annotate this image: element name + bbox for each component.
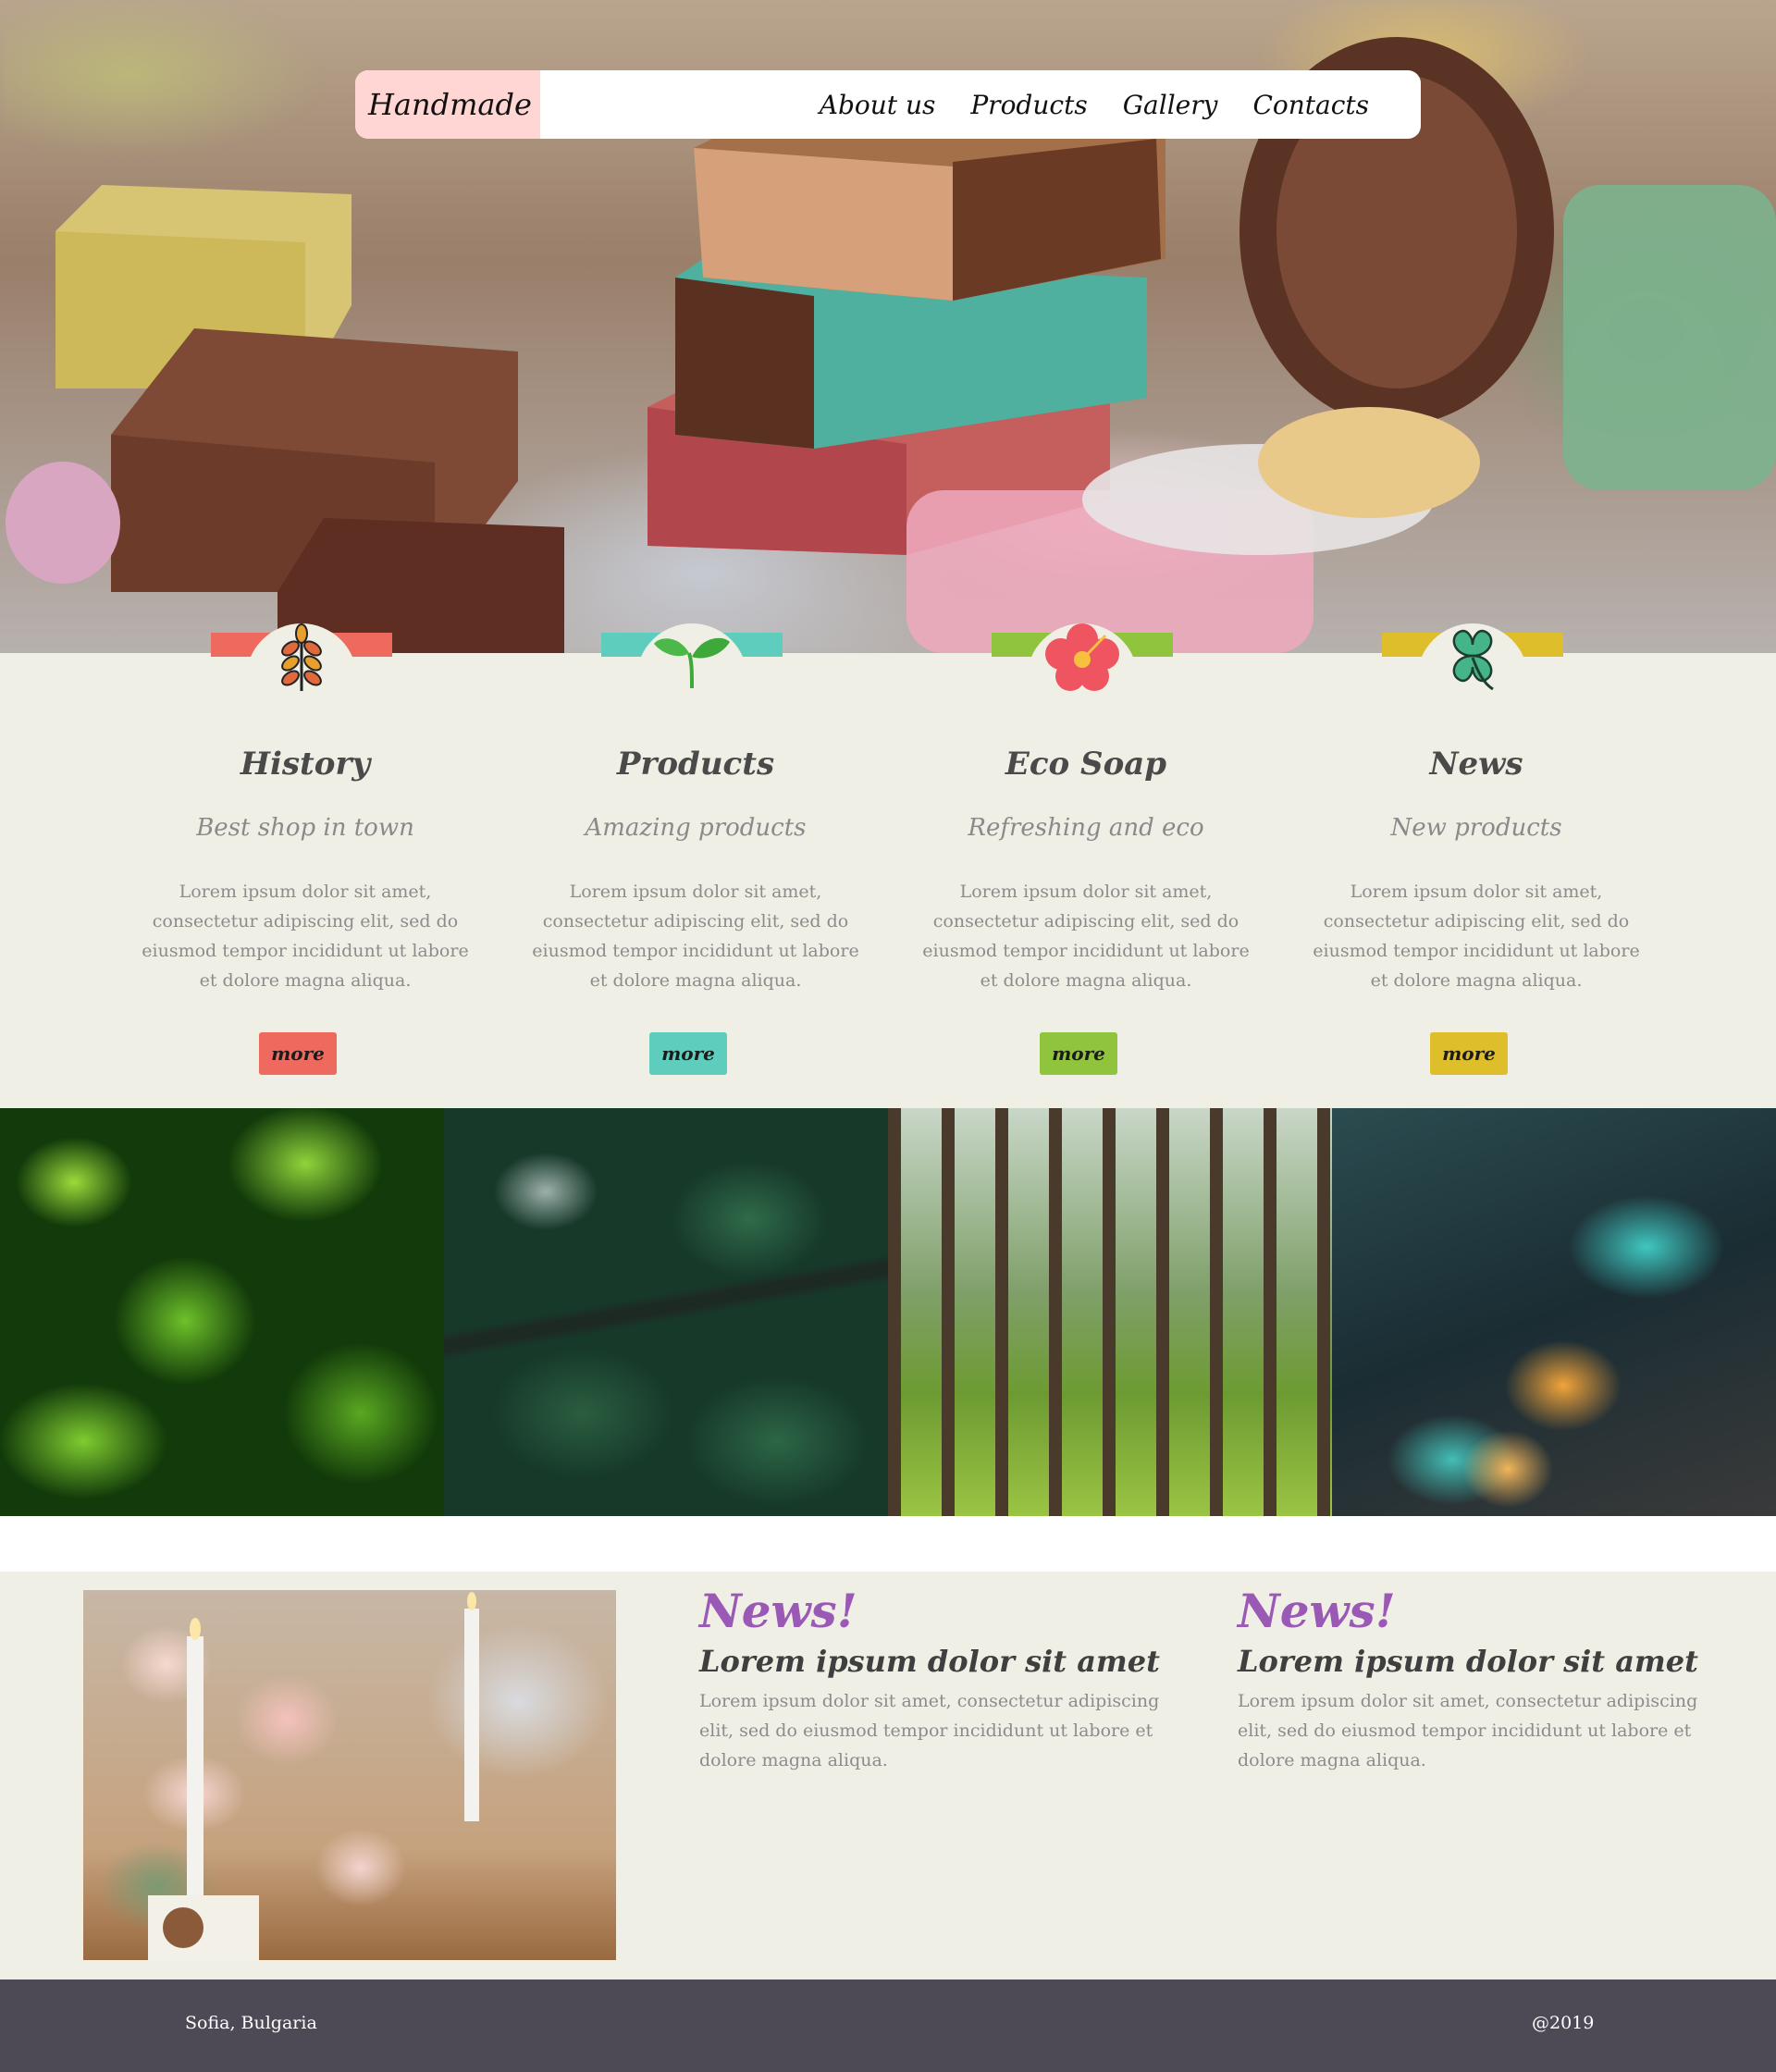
feature-description: Lorem ipsum dolor sit amet, consectetur … [922,882,1250,991]
news-title[interactable]: Lorem ipsum dolor sit amet [699,1642,1180,1681]
footer-location: Sofia, Bulgaria [185,2013,317,2033]
pine-forest-photo[interactable] [888,1108,1332,1516]
news-card: News! Lorem ipsum dolor sit amet Lorem i… [1238,1581,1719,1775]
more-button[interactable]: more [259,1032,337,1075]
news-section: News! Lorem ipsum dolor sit amet Lorem i… [0,1572,1776,1980]
brand-name: Handmade [368,87,532,122]
footer-copyright: @2019 [1532,2013,1595,2033]
more-button[interactable]: more [1430,1032,1508,1075]
feature-description: Lorem ipsum dolor sit amet, consectetur … [142,882,469,991]
news-heading: News! [1238,1584,1396,1638]
nav-link-about-us[interactable]: About us [820,90,936,120]
feature-title: Products [616,746,775,783]
nav-link-contacts[interactable]: Contacts [1252,90,1369,120]
feature-title: History [240,746,371,783]
feature-title: Eco Soap [1005,746,1167,783]
photo-gallery [0,1108,1776,1516]
hibiscus-icon [1045,623,1119,691]
more-button[interactable]: more [649,1032,727,1075]
sprout-icon [654,637,730,689]
forest-aerial-photo[interactable] [444,1108,888,1516]
news-card: News! Lorem ipsum dolor sit amet Lorem i… [699,1581,1180,1775]
feature-description: Lorem ipsum dolor sit amet, consectetur … [1313,882,1640,991]
nav-link-gallery[interactable]: Gallery [1123,90,1218,120]
feature-subtitle: New products [1390,814,1562,842]
city-night-photo[interactable] [1332,1108,1776,1516]
nav-link-products[interactable]: Products [970,90,1087,120]
features-section: History Best shop in town Lorem ipsum do… [0,623,1776,1108]
candles-illustration [148,1592,479,1960]
news-heading: News! [699,1584,857,1638]
brand-logo[interactable]: Handmade [355,70,540,139]
wheat-icon [281,623,322,691]
wedding-flowers-photo [83,1590,616,1960]
nav-links: About us Products Gallery Contacts [820,90,1369,120]
feature-subtitle: Best shop in town [196,814,414,842]
clover-icon [1452,629,1494,691]
feature-title: News [1429,746,1523,783]
feature-icon-badge [1027,623,1138,692]
feature-subtitle: Amazing products [585,814,807,842]
feature-description: Lorem ipsum dolor sit amet, consectetur … [532,882,859,991]
news-body: Lorem ipsum dolor sit amet, consectetur … [1238,1691,1698,1770]
news-body: Lorem ipsum dolor sit amet, consectetur … [699,1691,1160,1770]
more-button[interactable]: more [1040,1032,1117,1075]
feature-subtitle: Refreshing and eco [968,814,1204,842]
leaves-photo[interactable] [0,1108,444,1516]
feature-icon-badge [636,623,747,692]
footer: Sofia, Bulgaria @2019 [0,1980,1776,2072]
main-nav: Handmade About us Products Gallery Conta… [355,70,1421,139]
news-title[interactable]: Lorem ipsum dolor sit amet [1238,1642,1719,1681]
